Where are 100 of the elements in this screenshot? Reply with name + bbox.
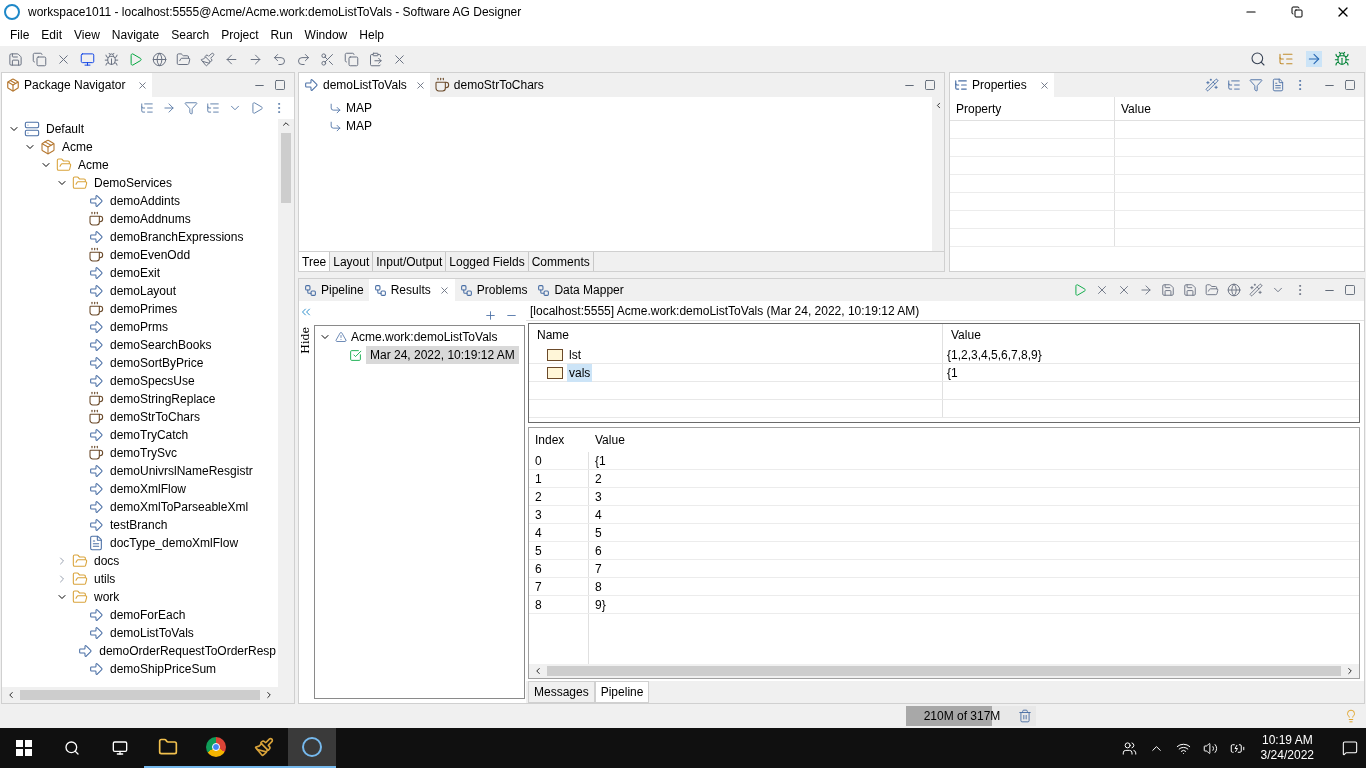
toolbar-icon[interactable] [152, 51, 167, 67]
maximize-icon[interactable] [274, 79, 286, 91]
toolbar-icon[interactable] [128, 51, 143, 67]
scrollbar[interactable] [932, 97, 944, 251]
clock-date[interactable]: 3/24/2022 [1260, 748, 1314, 763]
restore-icon[interactable] [1291, 6, 1303, 18]
hide-label[interactable]: Hide [297, 327, 315, 354]
toolbar-icon[interactable] [320, 51, 335, 67]
maximize-icon[interactable] [1344, 284, 1356, 296]
editor-mode-tab[interactable]: Tree [299, 252, 331, 271]
toolbar-icon[interactable] [1073, 283, 1087, 297]
menu-item[interactable]: View [68, 26, 106, 44]
tree-item[interactable]: utils [92, 570, 118, 588]
tree-item[interactable]: demoStringReplace [108, 390, 218, 408]
tree-item[interactable]: Default [44, 120, 87, 138]
toolbar-icon[interactable] [8, 51, 23, 67]
column-header[interactable]: Value [943, 324, 1359, 346]
scrollbar[interactable] [2, 687, 294, 703]
menu-item[interactable]: Run [264, 26, 299, 44]
bottom-tab[interactable]: Pipeline [594, 681, 650, 703]
toolbar-icon[interactable] [1183, 283, 1197, 297]
flow-step[interactable]: MAP [346, 117, 372, 135]
tree-item[interactable]: demoSpecsUse [108, 372, 197, 390]
tree-item[interactable]: testBranch [108, 516, 170, 534]
toolbar-icon[interactable] [80, 51, 95, 67]
tab-label[interactable]: demoListToVals [323, 76, 407, 94]
people-icon[interactable] [1121, 740, 1137, 756]
toolbar-icon[interactable] [1205, 78, 1219, 92]
tree-item[interactable]: docs [92, 552, 122, 570]
toolbar-icon[interactable] [1227, 283, 1241, 297]
volume-icon[interactable] [1202, 740, 1218, 756]
tree-item[interactable]: demoSortByPrice [108, 354, 206, 372]
toolbar-icon[interactable] [184, 101, 198, 115]
toolbar-icon[interactable] [368, 51, 383, 67]
tab-label[interactable]: Pipeline [321, 281, 364, 299]
tree-item[interactable]: docType_demoXmlFlow [108, 534, 241, 552]
toolbar-icon[interactable] [1227, 78, 1241, 92]
toolbar-icon[interactable] [272, 51, 287, 67]
toolbar-icon[interactable] [140, 101, 154, 115]
expand-all-icon[interactable] [484, 308, 497, 322]
column-header[interactable]: Index [529, 428, 589, 452]
toolbar-icon[interactable] [1117, 283, 1131, 297]
menu-item[interactable]: Navigate [105, 26, 166, 44]
toolbar-icon[interactable] [224, 51, 239, 67]
table-cell[interactable]: lst [567, 345, 583, 364]
notification-icon[interactable] [1342, 740, 1358, 756]
tree-item[interactable]: demoXmlToParseableXml [108, 498, 251, 516]
toolbar-icon[interactable] [248, 51, 263, 67]
bug-icon[interactable] [1334, 51, 1350, 67]
tree-item[interactable]: demoShipPriceSum [108, 660, 219, 678]
toolbar-icon[interactable] [1095, 283, 1109, 297]
tree-item[interactable]: demoAddnums [108, 210, 193, 228]
tree-item[interactable]: demoAddints [108, 192, 183, 210]
tree-item[interactable]: work [92, 588, 122, 606]
tab-label[interactable]: Properties [972, 76, 1027, 94]
toolbar-icon[interactable] [1249, 78, 1263, 92]
maximize-icon[interactable] [924, 79, 936, 91]
tree-item[interactable]: Acme.work:demoListToVals [351, 328, 498, 346]
view-tab[interactable]: Package Navigator [2, 73, 153, 97]
tree-item[interactable]: demoTrySvc [108, 444, 179, 462]
menu-item[interactable]: Project [215, 26, 265, 44]
menu-item[interactable]: Window [298, 26, 354, 44]
flow-step[interactable]: MAP [346, 99, 372, 117]
toolbar-icon[interactable] [250, 101, 264, 115]
tab-label[interactable]: demoStrToChars [453, 76, 544, 94]
toolbar-icon[interactable] [344, 51, 359, 67]
tree-item[interactable]: demoBranchExpressions [108, 228, 246, 246]
tab-label[interactable]: Problems [476, 281, 528, 299]
tree-item[interactable]: demoTryCatch [108, 426, 191, 444]
scroll-right-icon[interactable] [1345, 666, 1355, 676]
toolbar-icon[interactable] [1139, 283, 1153, 297]
column-header[interactable]: Name [529, 324, 943, 346]
toolbar-icon[interactable] [200, 51, 215, 67]
tree-item[interactable]: demoStrToChars [108, 408, 203, 426]
task-view-icon[interactable] [112, 740, 128, 756]
scrollbar[interactable] [529, 664, 1359, 678]
toolbar-icon[interactable] [1161, 283, 1175, 297]
scroll-right-icon[interactable] [264, 690, 274, 700]
tree-item[interactable]: demoForEach [108, 606, 188, 624]
trash-icon[interactable] [1018, 709, 1032, 723]
column-header[interactable]: Value [1115, 97, 1364, 120]
maximize-icon[interactable] [1344, 79, 1356, 91]
tree-item[interactable]: Mar 24, 2022, 10:19:12 AM [366, 346, 519, 364]
toolbar-icon[interactable] [32, 51, 47, 67]
column-header[interactable]: Value [589, 428, 1359, 452]
view-tab[interactable]: Results [368, 279, 455, 301]
toolbar-icon[interactable] [296, 51, 311, 67]
tree-item[interactable]: Acme [76, 156, 111, 174]
scroll-thumb[interactable] [281, 133, 291, 203]
tree-item[interactable]: demoLayout [108, 282, 179, 300]
scroll-left-icon[interactable] [533, 666, 543, 676]
toolbar-icon[interactable] [1205, 283, 1219, 297]
editor-tab[interactable]: demoListToVals [299, 73, 430, 97]
scroll-up-icon[interactable] [281, 119, 291, 129]
toolbar-icon[interactable] [1271, 78, 1285, 92]
menu-item[interactable]: Help [353, 26, 390, 44]
scroll-left-icon[interactable] [6, 690, 16, 700]
tree-item[interactable]: demoUnivrslNameResgistr [108, 462, 255, 480]
tree-item[interactable]: demoSearchBooks [108, 336, 214, 354]
scroll-thumb[interactable] [547, 666, 1341, 676]
